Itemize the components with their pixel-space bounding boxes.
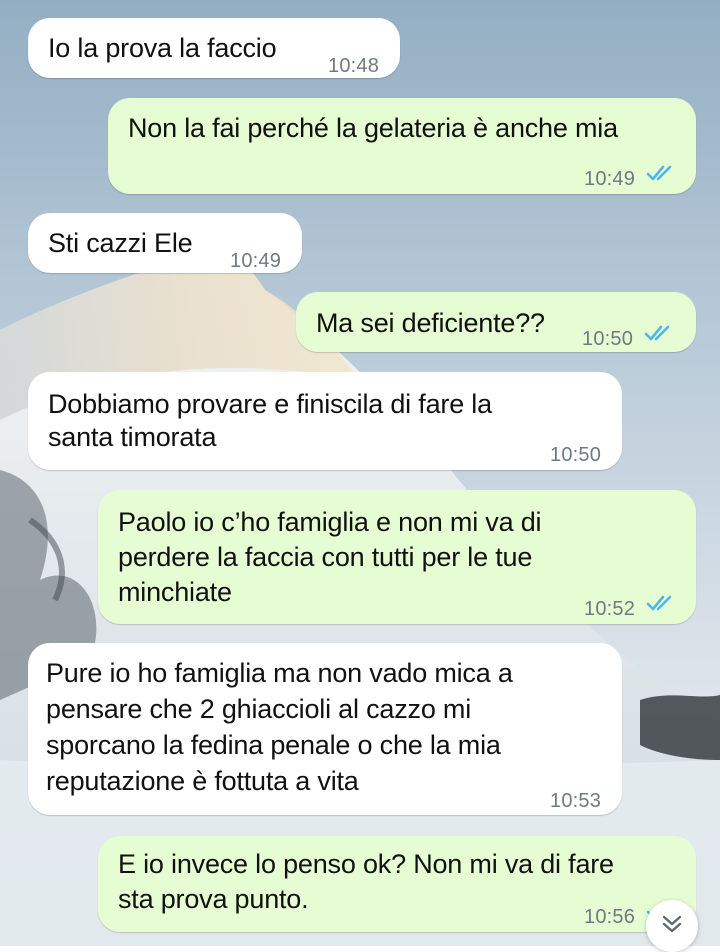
message-bubble-outgoing[interactable]: E io invece lo penso ok? Non mi va di fa… bbox=[98, 836, 696, 932]
message-bubble-incoming[interactable]: Pure io ho famiglia ma non vado mica a p… bbox=[28, 643, 622, 815]
message-text-line: Paolo io c’ho famiglia e non mi va di bbox=[118, 507, 542, 537]
message-timestamp: 10:48 bbox=[328, 55, 380, 77]
message-timestamp: 10:49 bbox=[230, 250, 282, 272]
message-timestamp: 10:50 bbox=[582, 328, 634, 350]
message-bubble-outgoing[interactable]: Paolo io c’ho famiglia e non mi va di pe… bbox=[98, 490, 696, 624]
message-text-line: sta prova punto. bbox=[118, 884, 309, 914]
message-text-line: Pure io ho famiglia ma non vado mica a bbox=[46, 658, 513, 688]
message-bubble-incoming[interactable]: Dobbiamo provare e finiscila di fare la … bbox=[28, 372, 622, 470]
message-bubble-incoming[interactable]: Io la prova la faccio 10:48 bbox=[28, 18, 400, 78]
message-bubble-incoming[interactable]: Sti cazzi Ele 10:49 bbox=[28, 213, 302, 273]
message-text: Ma sei deficiente?? bbox=[316, 308, 545, 338]
message-bubble-outgoing[interactable]: Ma sei deficiente?? 10:50 bbox=[296, 292, 696, 352]
message-timestamp: 10:52 bbox=[584, 598, 636, 620]
message-text-line: E io invece lo penso ok? Non mi va di fa… bbox=[118, 849, 614, 879]
message-text-line: reputazione è fottuta a vita bbox=[46, 766, 359, 796]
message-bubble-outgoing[interactable]: Non la fai perché la gelateria è anche m… bbox=[108, 98, 696, 194]
double-check-icon bbox=[644, 325, 670, 341]
message-timestamp: 10:56 bbox=[584, 906, 636, 928]
message-timestamp: 10:49 bbox=[584, 168, 636, 190]
message-text: Non la fai perché la gelateria è anche m… bbox=[128, 113, 618, 143]
message-text-line: minchiate bbox=[118, 577, 232, 607]
chat-message-list[interactable]: Io la prova la faccio 10:48 Non la fai p… bbox=[0, 0, 720, 946]
message-text-line: sporcano la fedina penale o che la mia bbox=[46, 730, 501, 760]
double-chevron-down-icon bbox=[662, 915, 682, 933]
scroll-to-bottom-button[interactable] bbox=[646, 900, 698, 952]
double-check-icon bbox=[646, 595, 672, 611]
message-text-line: santa timorata bbox=[48, 422, 217, 452]
message-text: Sti cazzi Ele bbox=[48, 228, 193, 258]
message-text-line: pensare che 2 ghiaccioli al cazzo mi bbox=[46, 694, 472, 724]
message-text-line: Dobbiamo provare e finiscila di fare la bbox=[48, 389, 492, 419]
message-text-line: perdere la faccia con tutti per le tue bbox=[118, 542, 533, 572]
double-check-icon bbox=[646, 165, 672, 181]
message-text: Io la prova la faccio bbox=[48, 33, 277, 63]
message-timestamp: 10:50 bbox=[550, 444, 602, 466]
message-timestamp: 10:53 bbox=[550, 790, 602, 812]
